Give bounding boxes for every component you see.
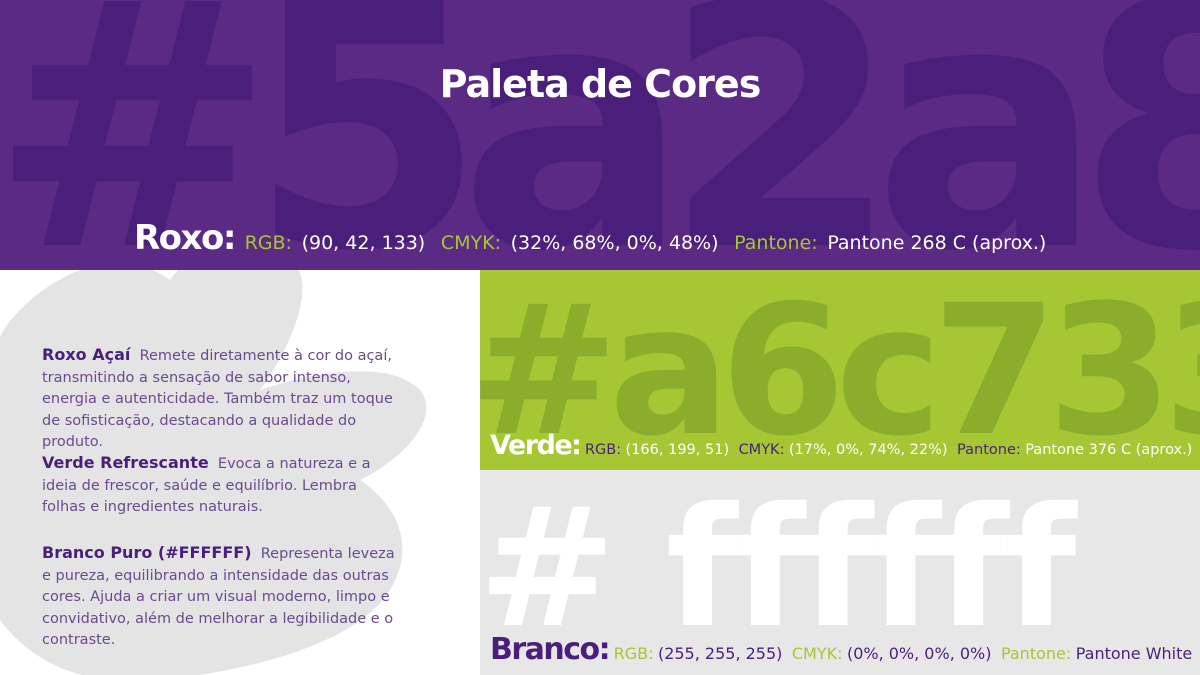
branco-rgb-value: (255, 255, 255) — [657, 644, 783, 663]
roxo-pantone-label: Pantone: — [734, 232, 818, 254]
roxo-cmyk-value: (32%, 68%, 0%, 48%) — [510, 232, 719, 254]
verde-cmyk-value: (17%, 0%, 74%, 22%) — [788, 442, 948, 458]
branco-pantone-label: Pantone: — [1000, 644, 1072, 663]
branco-spec-line: Branco: RGB: (255, 255, 255) CMYK: (0%, … — [490, 632, 1197, 667]
roxo-rgb-value: (90, 42, 133) — [301, 232, 426, 254]
white-hex-watermark: # ffffff — [480, 472, 1076, 664]
verde-name: Verde: — [490, 430, 582, 461]
branco-cmyk-value: (0%, 0%, 0%, 0%) — [846, 644, 992, 663]
branco-rgb-label: RGB: — [613, 644, 654, 663]
branco-name: Branco: — [490, 632, 611, 667]
verde-pantone-value: Pantone 376 C (aprox.) — [1025, 442, 1193, 458]
verde-cmyk-label: CMYK: — [738, 442, 785, 458]
description-verde-heading: Verde Refrescante — [42, 453, 209, 472]
description-roxo-heading: Roxo Açaí — [42, 345, 131, 364]
roxo-spec-line: Roxo: RGB: (90, 42, 133) CMYK: (32%, 68%… — [134, 218, 1052, 258]
page-title: Paleta de Cores — [439, 62, 762, 106]
description-branco-heading: Branco Puro (#FFFFFF) — [42, 543, 252, 562]
white-swatch-band: # ffffff Branco: RGB: (255, 255, 255) CM… — [480, 470, 1200, 675]
description-panel: Roxo Açaí Remete diretamente à cor do aç… — [0, 270, 480, 675]
branco-cmyk-label: CMYK: — [791, 644, 843, 663]
verde-rgb-value: (166, 199, 51) — [625, 442, 730, 458]
roxo-pantone-value: Pantone 268 C (aprox.) — [827, 232, 1047, 254]
branco-pantone-value: Pantone White — [1075, 644, 1193, 663]
verde-pantone-label: Pantone: — [957, 442, 1021, 458]
roxo-cmyk-label: CMYK: — [440, 232, 501, 254]
green-swatch-band: #a6c733 Verde: RGB: (166, 199, 51) CMYK:… — [480, 270, 1200, 470]
description-verde: Verde Refrescante Evoca a natureza e a i… — [42, 452, 402, 519]
description-branco: Branco Puro (#FFFFFF) Representa leveza … — [42, 542, 402, 652]
roxo-rgb-label: RGB: — [244, 232, 292, 254]
verde-spec-line: Verde: RGB: (166, 199, 51) CMYK: (17%, 0… — [490, 430, 1197, 461]
purple-swatch-band: #5a2a85 Paleta de Cores Roxo: RGB: (90, … — [0, 0, 1200, 270]
roxo-name: Roxo: — [134, 218, 236, 258]
verde-rgb-label: RGB: — [584, 442, 622, 458]
description-roxo: Roxo Açaí Remete diretamente à cor do aç… — [42, 344, 402, 454]
